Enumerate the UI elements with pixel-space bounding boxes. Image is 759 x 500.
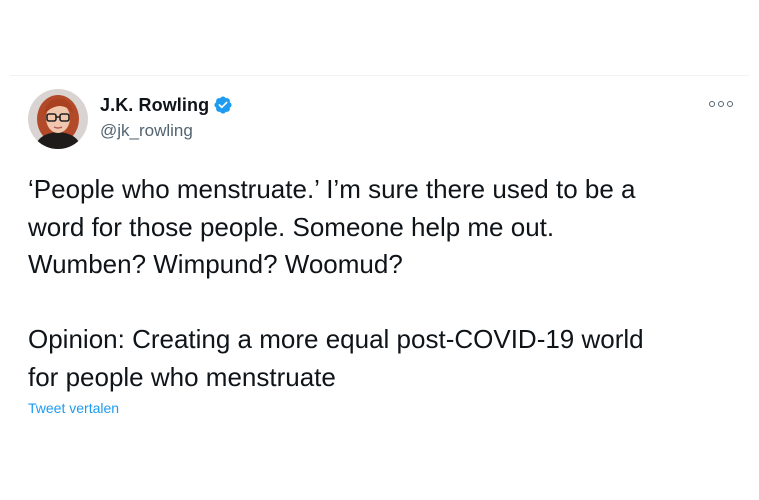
tweet-text-line: Opinion: Creating a more equal post-COVI… [28,324,644,354]
tweet-text-line: word for those people. Someone help me o… [28,211,555,242]
verified-badge-icon [213,95,233,115]
tweet-text-line: Wumben? Wimpund? Woomud? [28,249,403,279]
tweet-text-line: ‘People who menstruate.’ I’m sure there … [28,174,636,204]
translate-tweet-link[interactable]: Tweet vertalen [28,400,119,416]
author-handle[interactable]: @jk_rowling [100,121,193,141]
more-options-icon[interactable] [709,97,733,111]
tweet-text: ‘People who menstruate.’ I’m sure there … [28,171,728,396]
author-name-row: J.K. Rowling [100,94,233,116]
dot [727,101,733,107]
dot [709,101,715,107]
dot [718,101,724,107]
top-divider [10,75,749,76]
profile-photo-icon [28,89,88,149]
avatar[interactable] [28,89,88,149]
tweet-text-line: for people who menstruate [28,361,336,392]
author-display-name[interactable]: J.K. Rowling [100,95,209,116]
